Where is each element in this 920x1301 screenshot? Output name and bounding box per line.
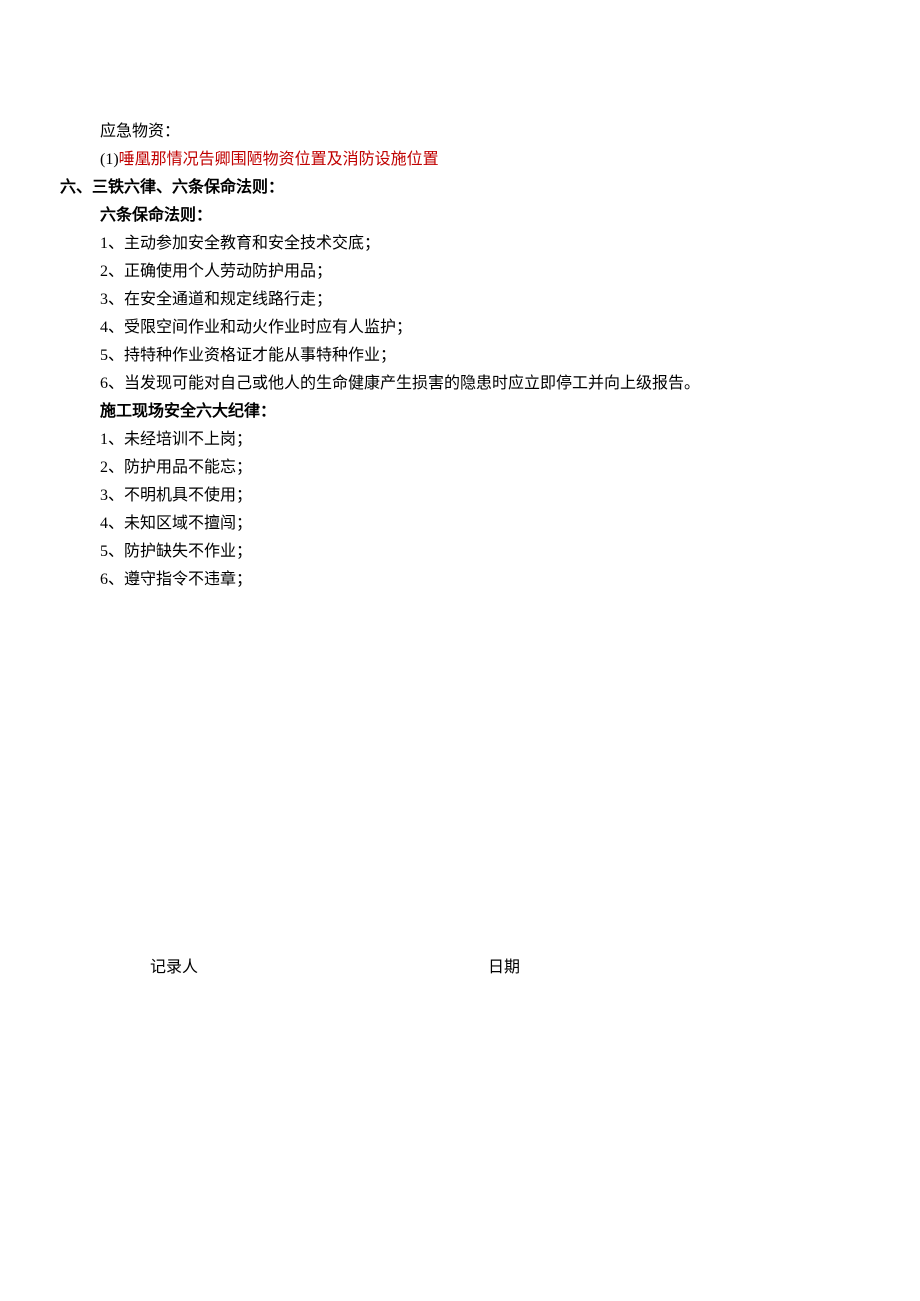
rule-item: 5、持特种作业资格证才能从事特种作业； [60, 342, 860, 370]
six-rules-heading: 六条保命法则： [60, 202, 860, 230]
discipline-item: 5、防护缺失不作业； [60, 538, 860, 566]
annotated-text: 唾凰那情况告卿围陋物资位置及消防设施位置 [119, 151, 439, 168]
date-label: 日期 [488, 954, 520, 982]
annotated-prefix: (1) [100, 151, 119, 168]
rule-item: 1、主动参加安全教育和安全技术交底； [60, 230, 860, 258]
rule-item: 6、当发现可能对自己或他人的生命健康产生损害的隐患时应立即停工并向上级报告。 [60, 370, 860, 398]
section-6-heading: 六、三铁六律、六条保命法则： [60, 174, 860, 202]
materials-label: 应急物资： [60, 118, 860, 146]
discipline-item: 1、未经培训不上岗； [60, 426, 860, 454]
discipline-item: 3、不明机具不使用； [60, 482, 860, 510]
rule-item: 3、在安全通道和规定线路行走； [60, 286, 860, 314]
discipline-item: 2、防护用品不能忘； [60, 454, 860, 482]
six-disciplines-heading: 施工现场安全六大纪律： [60, 398, 860, 426]
discipline-item: 4、未知区域不擅闯； [60, 510, 860, 538]
recorder-label: 记录人 [150, 954, 198, 982]
annotated-line: (1)唾凰那情况告卿围陋物资位置及消防设施位置 [60, 146, 860, 174]
signature-row: 记录人 日期 [60, 954, 860, 982]
rule-item: 4、受限空间作业和动火作业时应有人监护； [60, 314, 860, 342]
discipline-item: 6、遵守指令不违章； [60, 566, 860, 594]
rule-item: 2、正确使用个人劳动防护用品； [60, 258, 860, 286]
